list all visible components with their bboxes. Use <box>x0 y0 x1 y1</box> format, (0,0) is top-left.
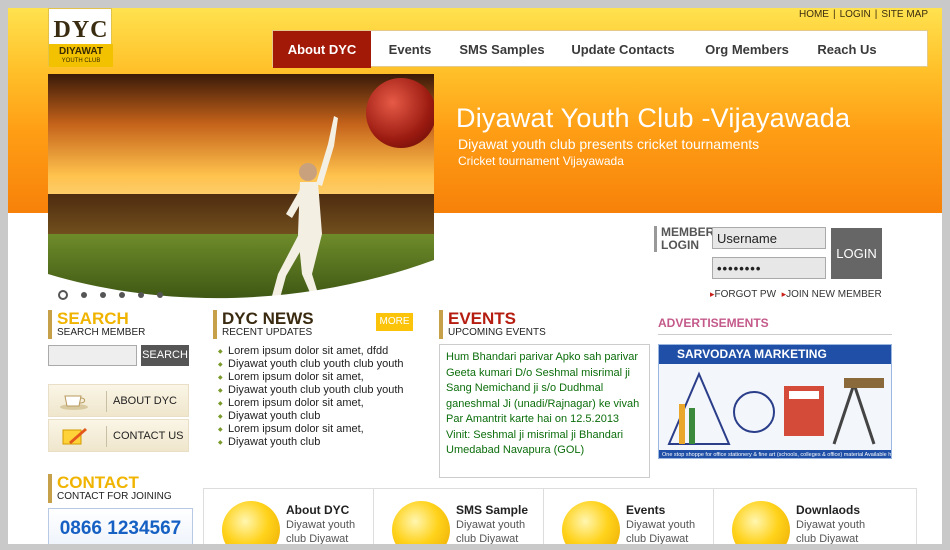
button-divider <box>106 391 107 412</box>
news-item[interactable]: Diyawat youth club youth club youth <box>218 358 404 372</box>
site-logo[interactable]: DYC DIYAWAT YOUTH CLUB <box>48 8 113 67</box>
slider-dot[interactable] <box>81 291 87 298</box>
news-item[interactable]: Diyawat youth club <box>218 436 404 450</box>
feature-title: Events <box>626 503 666 517</box>
teacup-icon <box>60 395 88 410</box>
ads-divider <box>658 334 892 335</box>
contact-title: CONTACT <box>57 473 139 492</box>
top-link-home[interactable]: HOME <box>799 9 829 20</box>
top-link-login[interactable]: LOGIN <box>840 9 871 20</box>
news-item[interactable]: Lorem ipsum dolor sit amet, <box>218 423 404 437</box>
banner-image <box>48 74 434 300</box>
news-item[interactable]: Diyawat youth club youth club youth <box>218 384 404 398</box>
login-links: ▸FORGOT PW ▸JOIN NEW MEMBER <box>710 289 882 300</box>
feature-desc: Diyawat youth club Diyawat <box>796 519 866 544</box>
news-section-title: DYC NEWS RECENT UPDATES <box>213 310 314 339</box>
feature-desc: Diyawat youth club Diyawat <box>626 519 696 544</box>
feature-desc: Diyawat youth club Diyawat <box>456 519 526 544</box>
ads-title: ADVERTISEMENTS <box>658 316 769 330</box>
slider-dot[interactable] <box>119 291 125 298</box>
login-button[interactable]: LOGIN <box>831 228 882 279</box>
ad-banner[interactable]: SARVODAYA MARKETING One stop shoppe for … <box>658 344 892 459</box>
news-item[interactable]: Lorem ipsum dolor sit amet, <box>218 371 404 385</box>
contact-us-label: CONTACT US <box>113 430 184 442</box>
feature-about-dyc[interactable]: About DYC Diyawat youth club Diyawat <box>204 489 374 544</box>
nav-reach-us[interactable]: Reach Us <box>803 31 891 68</box>
slider-dots <box>58 286 176 304</box>
events-section-title: EVENTS UPCOMING EVENTS <box>439 310 546 339</box>
computer-icon <box>222 501 280 544</box>
contact-us-button[interactable]: CONTACT US <box>48 419 189 452</box>
events-title: EVENTS <box>448 309 517 328</box>
search-input[interactable] <box>48 345 137 366</box>
search-section-title: SEARCH SEARCH MEMBER <box>48 310 145 339</box>
documents-icon <box>732 501 790 544</box>
feature-title: Downlaods <box>796 503 861 517</box>
news-item[interactable]: Lorem ipsum dolor sit amet, <box>218 397 404 411</box>
ad-heading: SARVODAYA MARKETING <box>659 345 891 364</box>
page: DYC DIYAWAT YOUTH CLUB HOME | LOGIN | SITE M… <box>8 8 942 544</box>
logo-subtitle: DIYAWAT <box>59 46 103 57</box>
events-subtitle: UPCOMING EVENTS <box>448 327 546 338</box>
phone-icon <box>392 501 450 544</box>
nav-events[interactable]: Events <box>371 31 449 68</box>
top-links: HOME | LOGIN | SITE MAP <box>798 9 928 20</box>
main-nav: About DYC Events SMS Samples Update Cont… <box>272 30 928 68</box>
stationery-illustration <box>659 364 891 450</box>
people-icon <box>562 501 620 544</box>
slider-dot[interactable] <box>138 291 144 298</box>
button-divider <box>106 426 107 447</box>
login-label: MEMBER LOGIN <box>654 225 715 252</box>
banner-title: Diyawat Youth Club -Vijayawada <box>456 103 851 133</box>
nav-org-members[interactable]: Org Members <box>691 31 803 68</box>
news-subtitle: RECENT UPDATES <box>222 327 313 338</box>
slider-dot[interactable] <box>157 291 163 298</box>
about-dyc-button[interactable]: ABOUT DYC <box>48 384 189 417</box>
news-item[interactable]: Diyawat youth club <box>218 410 404 424</box>
logo-band: DIYAWAT YOUTH CLUB <box>49 44 113 67</box>
news-more-button[interactable]: MORE <box>376 313 413 331</box>
join-member-link[interactable]: JOIN NEW MEMBER <box>786 289 882 300</box>
username-field[interactable] <box>712 227 826 249</box>
news-item[interactable]: Lorem ipsum dolor sit amet, dfdd <box>218 345 404 359</box>
logo-text: DYC <box>53 17 109 43</box>
nav-update-contacts[interactable]: Update Contacts <box>555 31 691 68</box>
ad-footer: One stop shoppe for office stationery & … <box>659 450 891 458</box>
cricket-ball-icon <box>366 78 434 148</box>
slider-dot[interactable] <box>100 291 106 298</box>
search-subtitle: SEARCH MEMBER <box>57 327 146 338</box>
events-content: Hum Bhandari parivar Apko sah parivar Ge… <box>439 344 650 478</box>
feature-sms-sample[interactable]: SMS Sample Diyawat youth club Diyawat <box>374 489 544 544</box>
contact-section-title: CONTACT CONTACT FOR JOINING <box>48 474 172 503</box>
contact-subtitle: CONTACT FOR JOINING <box>57 491 172 502</box>
search-button[interactable]: SEARCH <box>141 345 189 366</box>
logo-tagline: YOUTH CLUB <box>61 58 101 64</box>
banner-caption: Cricket tournament Vijayawada <box>458 154 624 168</box>
news-title: DYC NEWS <box>222 309 314 328</box>
nav-sms-samples[interactable]: SMS Samples <box>449 31 555 68</box>
contact-phone: 0866 1234567 <box>48 508 193 544</box>
feature-title: About DYC <box>286 503 350 517</box>
forgot-password-link[interactable]: FORGOT PW <box>715 289 776 300</box>
feature-downloads[interactable]: Downlaods Diyawat youth club Diyawat <box>714 489 884 544</box>
password-field[interactable] <box>712 257 826 279</box>
banner-subtitle: Diyawat youth club presents cricket tour… <box>458 136 760 152</box>
features-strip: About DYC Diyawat youth club Diyawat SMS… <box>203 488 917 544</box>
login-label-line2: LOGIN <box>661 238 699 252</box>
news-list: Lorem ipsum dolor sit amet, dfdd Diyawat… <box>218 345 404 450</box>
login-label-line1: MEMBER <box>661 225 715 239</box>
nav-about-dyc[interactable]: About DYC <box>273 31 371 68</box>
feature-desc: Diyawat youth club Diyawat <box>286 519 356 544</box>
about-dyc-label: ABOUT DYC <box>113 395 177 407</box>
feature-title: SMS Sample <box>456 503 529 517</box>
pencil-note-icon <box>62 428 87 445</box>
search-title: SEARCH <box>57 309 129 328</box>
slider-dot[interactable] <box>58 289 68 300</box>
feature-events[interactable]: Events Diyawat youth club Diyawat <box>544 489 714 544</box>
top-link-sitemap[interactable]: SITE MAP <box>881 9 928 20</box>
